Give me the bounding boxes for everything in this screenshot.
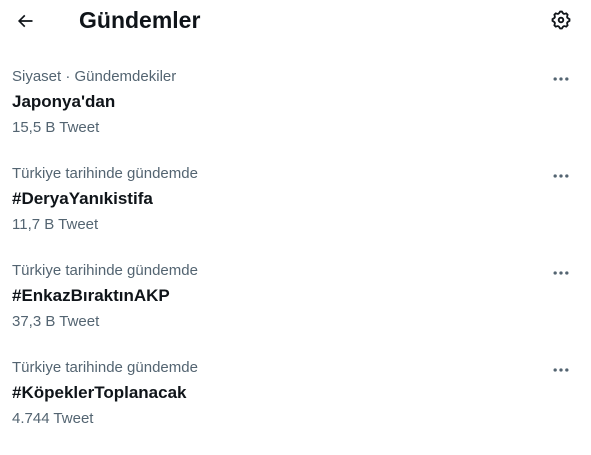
trend-tweet-count: 15,5 B Tweet bbox=[12, 119, 100, 136]
trend-item[interactable]: Türkiye tarihinde gündemde #DeryaYanıkis… bbox=[0, 157, 591, 254]
settings-button[interactable] bbox=[549, 8, 573, 32]
trend-context: Türkiye tarihinde gündemde bbox=[12, 165, 198, 182]
trend-item[interactable]: Türkiye tarihinde gündemde #EnkazBıraktı… bbox=[0, 254, 591, 351]
more-button[interactable] bbox=[548, 260, 574, 286]
more-button[interactable] bbox=[548, 66, 574, 92]
more-horizontal-icon bbox=[553, 368, 569, 372]
more-horizontal-icon bbox=[553, 271, 569, 275]
trend-tweet-count: 11,7 B Tweet bbox=[12, 216, 99, 233]
arrow-left-icon bbox=[17, 14, 33, 28]
trend-tweet-count: 4.744 Tweet bbox=[12, 410, 94, 427]
trend-item[interactable]: Türkiye tarihinde gündemde #KöpeklerTopl… bbox=[0, 351, 591, 448]
trend-name: #DeryaYanıkistifa bbox=[12, 189, 153, 208]
trend-name: #EnkazBıraktınAKP bbox=[12, 286, 170, 305]
more-horizontal-icon bbox=[553, 77, 569, 81]
trend-context: Türkiye tarihinde gündemde bbox=[12, 359, 198, 376]
trend-name: #KöpeklerToplanacak bbox=[12, 383, 187, 402]
trend-context: Siyaset · Gündemdekiler bbox=[12, 68, 177, 85]
trend-item[interactable]: Siyaset · Gündemdekiler Japonya'dan 15,5… bbox=[0, 60, 591, 157]
gear-icon bbox=[551, 10, 571, 30]
trend-context: Türkiye tarihinde gündemde bbox=[12, 262, 198, 279]
back-button[interactable] bbox=[12, 8, 38, 34]
more-button[interactable] bbox=[548, 357, 574, 383]
trend-name: Japonya'dan bbox=[12, 92, 116, 111]
more-button[interactable] bbox=[548, 163, 574, 189]
trend-tweet-count: 37,3 B Tweet bbox=[12, 313, 100, 330]
more-horizontal-icon bbox=[553, 174, 569, 178]
page-header: Gündemler bbox=[0, 0, 591, 44]
page-title: Gündemler bbox=[79, 7, 201, 33]
